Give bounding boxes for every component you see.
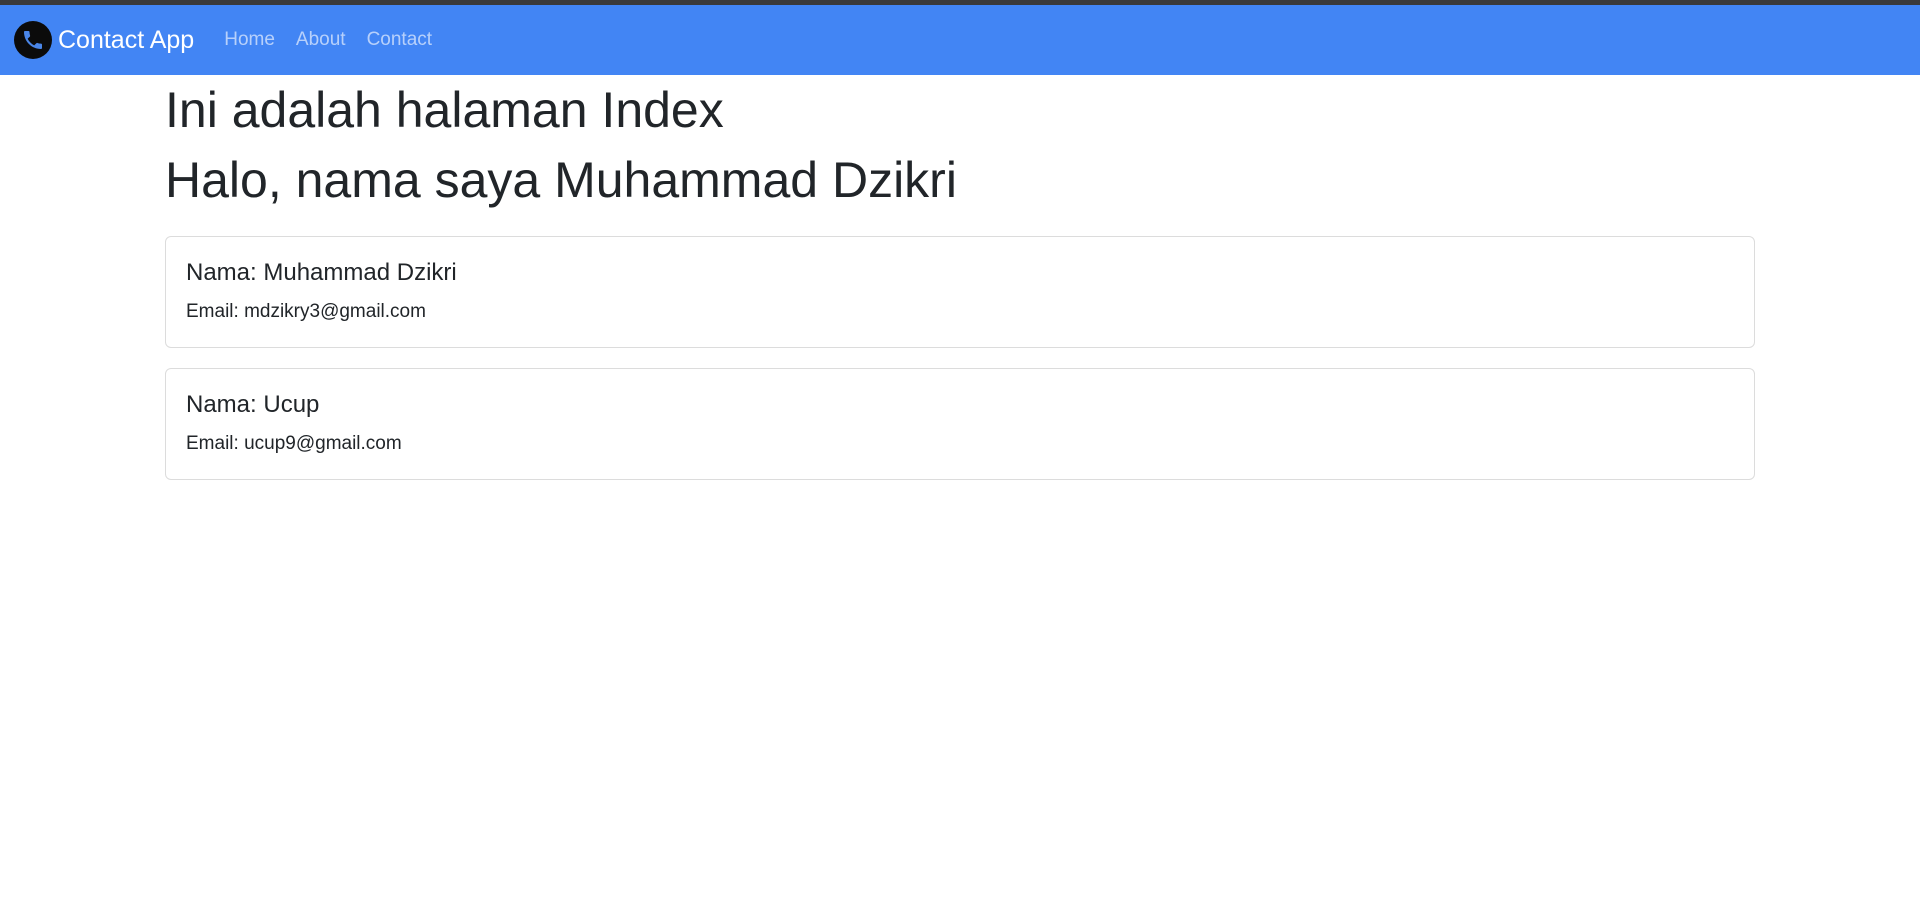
contact-name: Nama: Muhammad Dzikri bbox=[186, 259, 457, 286]
contact-card: Nama: Ucup Email: ucup9@gmail.com bbox=[165, 368, 1755, 480]
nav-link-contact[interactable]: Contact bbox=[367, 29, 432, 51]
main-container: Ini adalah halaman Index Halo, nama saya… bbox=[165, 75, 1755, 480]
contact-email: Email: ucup9@gmail.com bbox=[186, 433, 402, 454]
nav-link-about[interactable]: About bbox=[296, 29, 346, 51]
page-heading: Ini adalah halaman Index bbox=[165, 82, 724, 138]
contact-card: Nama: Muhammad Dzikri Email: mdzikry3@gm… bbox=[165, 236, 1755, 348]
greeting-heading: Halo, nama saya Muhammad Dzikri bbox=[165, 152, 957, 208]
navbar-brand[interactable]: Contact App bbox=[14, 21, 194, 59]
contact-name: Nama: Ucup bbox=[186, 391, 320, 418]
contact-email: Email: mdzikry3@gmail.com bbox=[186, 301, 426, 322]
phone-icon bbox=[14, 21, 52, 59]
nav-links: Home About Contact bbox=[224, 29, 453, 51]
nav-link-home[interactable]: Home bbox=[224, 29, 275, 51]
brand-label: Contact App bbox=[58, 25, 195, 54]
contact-list: Nama: Muhammad Dzikri Email: mdzikry3@gm… bbox=[165, 236, 1755, 480]
navbar: Contact App Home About Contact bbox=[0, 5, 1920, 75]
